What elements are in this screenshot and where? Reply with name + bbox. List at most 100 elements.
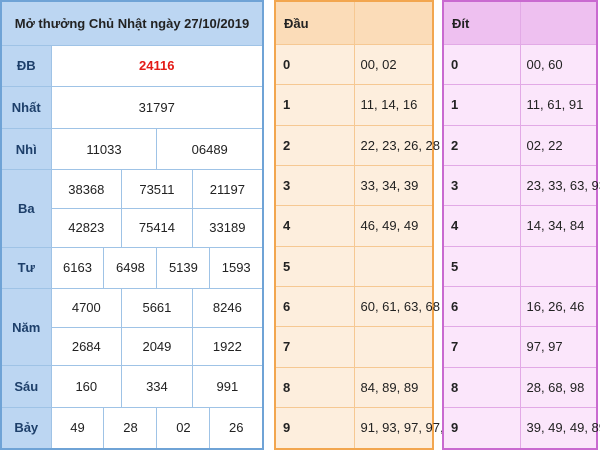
- table-row: 0 00, 02: [274, 43, 434, 86]
- head-number-list: 22, 23, 26, 28: [353, 124, 440, 166]
- prize-value-third: 73511: [121, 169, 193, 209]
- head-digit: 7: [274, 326, 355, 368]
- table-row: 4 46, 49, 49: [274, 205, 434, 247]
- tail-number-list: 39, 49, 49, 89, 89: [519, 406, 600, 450]
- table-row: 2 02, 22: [442, 124, 598, 166]
- table-row: 8 84, 89, 89: [274, 366, 434, 408]
- table-row: 939, 49, 49, 89, 89: [442, 406, 600, 450]
- head-digit: 2: [274, 124, 355, 166]
- head-digit: 1: [274, 84, 355, 126]
- prize-value-fifth: 2684: [50, 326, 123, 367]
- prize-label-sixth: Sáu: [0, 365, 52, 408]
- tail-digit: 7: [442, 326, 521, 368]
- tail-number-list: 97, 97: [519, 326, 598, 368]
- tail-digit: 2: [442, 124, 521, 166]
- head-number-list: 84, 89, 89: [353, 366, 434, 408]
- tail-number-list: 02, 22: [519, 124, 598, 166]
- prize-value-seventh: 49: [50, 406, 105, 450]
- prize-value-fifth: 2049: [121, 326, 193, 367]
- tail-digit: 5: [442, 245, 521, 287]
- prize-value-third: 33189: [191, 207, 264, 248]
- head-number-list: 33, 34, 39: [353, 164, 434, 207]
- head-table-title: Đầu: [274, 0, 355, 45]
- head-digit-table: Đầu 0 00, 02 1 11, 14, 16 2 22, 23, 26, 28 …: [274, 0, 462, 450]
- prize-label-second: Nhì: [0, 127, 52, 171]
- table-row: 1 11, 14, 16: [274, 84, 434, 126]
- tail-digit: 8: [442, 366, 521, 408]
- prize-value-fourth: 5139: [156, 246, 211, 290]
- prize-value-fourth: 6163: [50, 246, 105, 290]
- table-row: 6 60, 61, 63, 68: [274, 285, 440, 328]
- prize-value-sixth: 160: [50, 365, 123, 408]
- head-digit: 0: [274, 43, 355, 86]
- table-row: 6 16, 26, 46: [442, 285, 598, 328]
- prize-label-special: ĐB: [0, 44, 52, 88]
- results-title: Mở thưởng Chủ Nhật ngày 27/10/2019: [0, 0, 264, 46]
- tail-digit: 0: [442, 43, 521, 86]
- table-row: 3 33, 34, 39: [274, 164, 434, 207]
- head-digit: 4: [274, 205, 355, 247]
- head-number-list: 60, 61, 63, 68: [353, 285, 440, 328]
- prize-value-fifth: 1922: [191, 326, 264, 367]
- head-number-list: 11, 14, 16: [353, 84, 434, 126]
- tail-number-list: 14, 34, 84: [519, 205, 598, 247]
- tail-number-list: 23, 33, 63, 93: [519, 164, 600, 207]
- prize-value-special: 24116: [50, 44, 264, 88]
- head-digit: 3: [274, 164, 355, 207]
- prize-value-third: 21197: [191, 169, 264, 209]
- table-row: 5: [442, 245, 598, 287]
- prize-value-first: 31797: [50, 86, 264, 129]
- head-number-list: 00, 02: [353, 43, 434, 86]
- prize-value-third: 38368: [50, 169, 123, 209]
- tail-digit: 6: [442, 285, 521, 328]
- head-digit: 6: [274, 285, 355, 328]
- table-row: 2 22, 23, 26, 28: [274, 124, 440, 166]
- prize-value-fifth: 8246: [191, 288, 264, 328]
- head-number-list: 91, 93, 97, 97, 98: [353, 406, 462, 450]
- tail-table-header-blank: [519, 0, 598, 45]
- tail-digit: 3: [442, 164, 521, 207]
- table-row: 5: [274, 245, 434, 287]
- tail-number-list: 28, 68, 98: [519, 366, 598, 408]
- prize-label-fourth: Tư: [0, 246, 52, 290]
- tail-number-list: 16, 26, 46: [519, 285, 598, 328]
- table-row: 0 00, 60: [442, 43, 598, 86]
- prize-label-fifth: Năm: [0, 288, 52, 367]
- prize-value-sixth: 991: [191, 365, 264, 408]
- prize-value-sixth: 334: [121, 365, 193, 408]
- head-number-list: [353, 326, 434, 368]
- table-row: 8 28, 68, 98: [442, 366, 598, 408]
- prize-label-first: Nhất: [0, 86, 52, 129]
- head-number-list: 46, 49, 49: [353, 205, 434, 247]
- head-digit: 9: [274, 406, 355, 450]
- tail-number-list: [519, 245, 598, 287]
- head-number-list: [353, 245, 434, 287]
- prize-value-second: 11033: [50, 127, 158, 171]
- prize-value-fifth: 4700: [50, 288, 123, 328]
- prize-value-seventh: 02: [156, 406, 211, 450]
- table-row: 7 97, 97: [442, 326, 598, 368]
- prize-label-third: Ba: [0, 169, 52, 248]
- prize-value-third: 75414: [121, 207, 193, 248]
- prize-value-fourth: 6498: [103, 246, 158, 290]
- table-row: 1 11, 61, 91: [442, 84, 598, 126]
- prize-value-fifth: 5661: [121, 288, 193, 328]
- lottery-results-table: Mở thưởng Chủ Nhật ngày 27/10/2019 ĐB 24…: [0, 0, 264, 450]
- prize-value-fourth: 1593: [209, 246, 264, 290]
- tail-digit: 4: [442, 205, 521, 247]
- tail-digit: 1: [442, 84, 521, 126]
- table-row: 7: [274, 326, 434, 368]
- prize-value-seventh: 28: [103, 406, 158, 450]
- table-row: 3 23, 33, 63, 93: [442, 164, 600, 207]
- tail-table-title: Đít: [442, 0, 521, 45]
- table-row: 4 14, 34, 84: [442, 205, 598, 247]
- prize-value-second: 06489: [156, 127, 264, 171]
- prize-value-seventh: 26: [209, 406, 264, 450]
- head-table-header-blank: [353, 0, 434, 45]
- prize-value-third: 42823: [50, 207, 123, 248]
- tail-number-list: 11, 61, 91: [519, 84, 598, 126]
- tail-number-list: 00, 60: [519, 43, 598, 86]
- tail-digit-table: Đít 0 00, 60 1 11, 61, 91 2 02, 22 3 23, 33,…: [442, 0, 600, 450]
- table-row: 9 91, 93, 97, 97, 98: [274, 406, 462, 450]
- head-digit: 5: [274, 245, 355, 287]
